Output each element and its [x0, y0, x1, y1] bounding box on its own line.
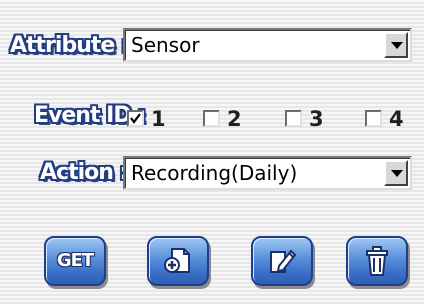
checkbox-box[interactable] [203, 110, 220, 127]
checkmark-icon [130, 113, 141, 124]
checkbox-box[interactable] [127, 110, 144, 127]
delete-button[interactable] [346, 236, 408, 286]
get-button[interactable]: GET [44, 236, 106, 286]
event-id-option-label: 1 [151, 107, 166, 131]
attribute-label: Attribute : [10, 33, 130, 58]
action-label: Action : [40, 160, 128, 185]
attribute-select-value: Sensor [131, 33, 200, 57]
checkbox-box[interactable] [285, 110, 302, 127]
get-button-label: GET [56, 250, 94, 271]
action-select[interactable]: Recording(Daily) [123, 156, 412, 190]
edit-pencil-icon [270, 249, 297, 273]
attribute-select[interactable]: Sensor [123, 28, 412, 62]
edit-button[interactable] [251, 236, 313, 286]
event-id-option-label: 2 [227, 107, 242, 131]
checkbox-box[interactable] [365, 110, 382, 127]
chevron-down-icon[interactable] [384, 160, 408, 186]
event-id-option-label: 3 [309, 107, 324, 131]
event-id-option-label: 4 [389, 107, 404, 131]
add-page-icon [164, 248, 190, 273]
chevron-down-icon[interactable] [384, 32, 408, 58]
action-select-value: Recording(Daily) [131, 161, 298, 185]
trash-icon [366, 246, 388, 276]
add-button[interactable] [147, 236, 209, 286]
